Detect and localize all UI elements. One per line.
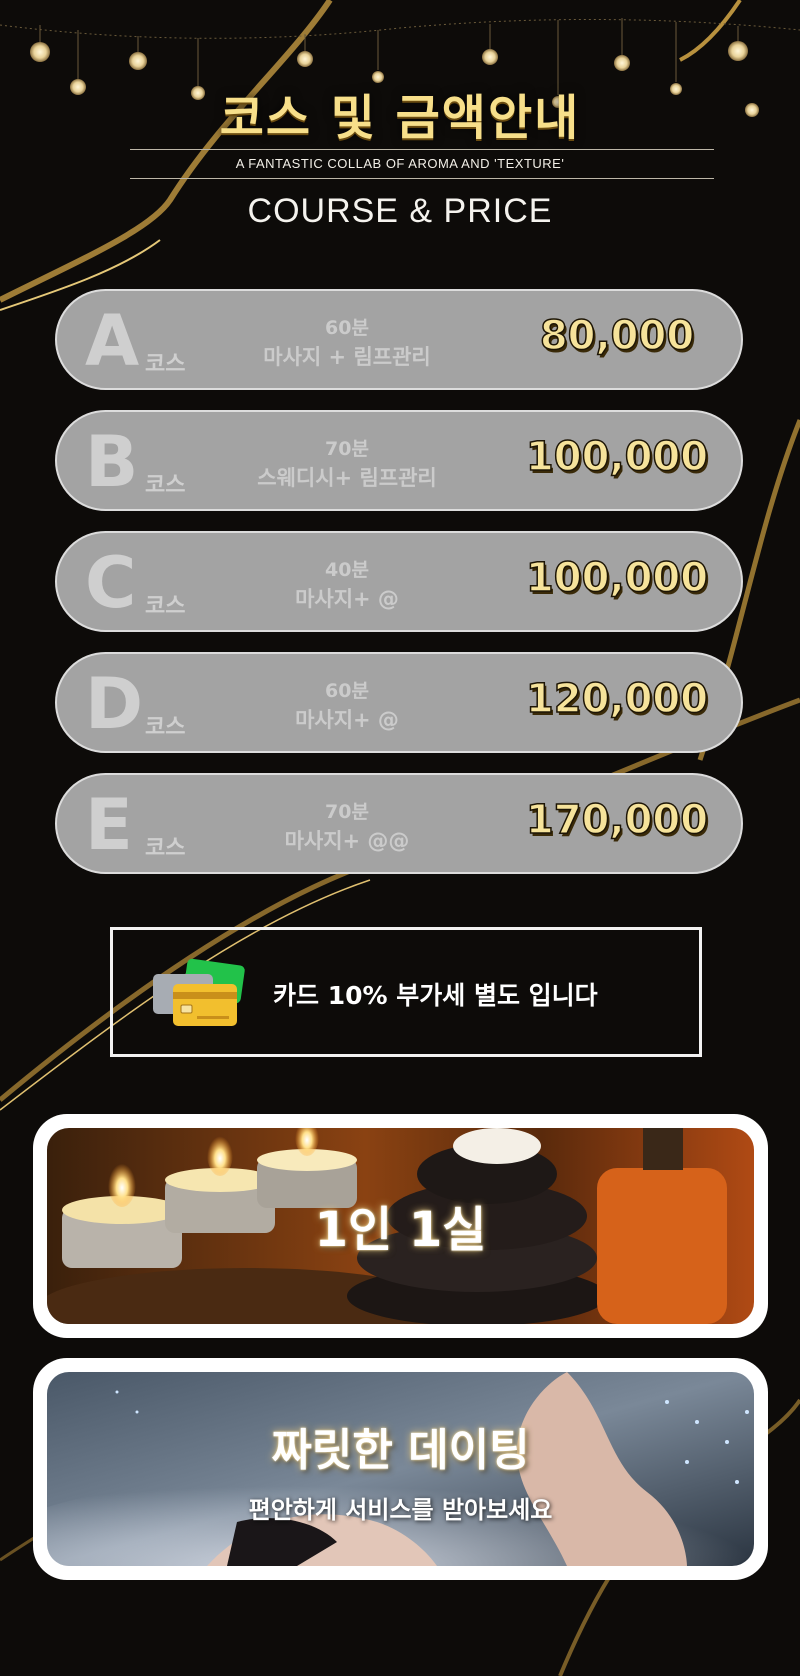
course-price: 80,000 (539, 312, 695, 360)
course-row-c: C 코스 40분 마사지+ @ 100,000 (55, 531, 743, 632)
credit-card-icon (153, 958, 245, 1026)
course-suffix: 코스 (145, 352, 186, 377)
dating-photo: 짜릿한 데이팅 편안하게 서비스를 받아보세요 (47, 1372, 754, 1566)
course-letter: A (85, 300, 140, 382)
course-letter: D (85, 663, 144, 745)
course-suffix: 코스 (145, 473, 186, 498)
course-suffix: 코스 (145, 594, 186, 619)
course-duration: 60분 (325, 680, 369, 702)
tagline: A FANTASTIC COLLAB OF AROMA AND 'TEXTURE… (235, 156, 565, 171)
course-duration: 60분 (325, 317, 369, 339)
page-title: 코스 및 금액안내 (219, 90, 581, 146)
divider-bottom (130, 178, 714, 179)
course-price: 100,000 (525, 554, 709, 602)
course-letter: E (85, 784, 133, 866)
dating-title: 짜릿한 데이팅 (271, 1425, 530, 1476)
dating-banner: 짜릿한 데이팅 편안하게 서비스를 받아보세요 (33, 1358, 768, 1580)
course-price: 100,000 (525, 433, 709, 481)
course-row-e: E 코스 70분 마사지+ @@ 170,000 (55, 773, 743, 874)
course-price: 120,000 (525, 675, 709, 723)
vat-notice-text: 카드 10% 부가세 별도 입니다 (273, 981, 598, 1010)
course-letter: B (85, 421, 139, 503)
course-duration: 40분 (325, 559, 369, 581)
course-description: 스웨디시+ 림프관리 (257, 466, 437, 490)
course-row-d: D 코스 60분 마사지+ @ 120,000 (55, 652, 743, 753)
course-price-page: 코스 및 금액안내 A FANTASTIC COLLAB OF AROMA AN… (0, 0, 800, 1676)
course-suffix: 코스 (145, 715, 186, 740)
candle-photo: 1인 1실 (47, 1128, 754, 1324)
vat-notice: 카드 10% 부가세 별도 입니다 (110, 927, 702, 1057)
course-duration: 70분 (325, 801, 369, 823)
course-letter: C (85, 542, 137, 624)
private-room-banner: 1인 1실 (33, 1114, 768, 1338)
private-room-title: 1인 1실 (314, 1202, 487, 1258)
course-row-b: B 코스 70분 스웨디시+ 림프관리 100,000 (55, 410, 743, 511)
course-duration: 70분 (325, 438, 369, 460)
course-suffix: 코스 (145, 836, 186, 861)
divider-top (130, 149, 714, 150)
dating-subtitle: 편안하게 서비스를 받아보세요 (248, 1496, 553, 1524)
course-description: 마사지+ @ (295, 587, 399, 611)
page-subtitle: COURSE & PRICE (247, 192, 553, 230)
course-description: 마사지+ @@ (284, 829, 410, 853)
course-price: 170,000 (525, 796, 709, 844)
course-description: 마사지 + 림프관리 (263, 345, 431, 369)
course-description: 마사지+ @ (295, 708, 399, 732)
course-row-a: A 코스 60분 마사지 + 림프관리 80,000 (55, 289, 743, 390)
